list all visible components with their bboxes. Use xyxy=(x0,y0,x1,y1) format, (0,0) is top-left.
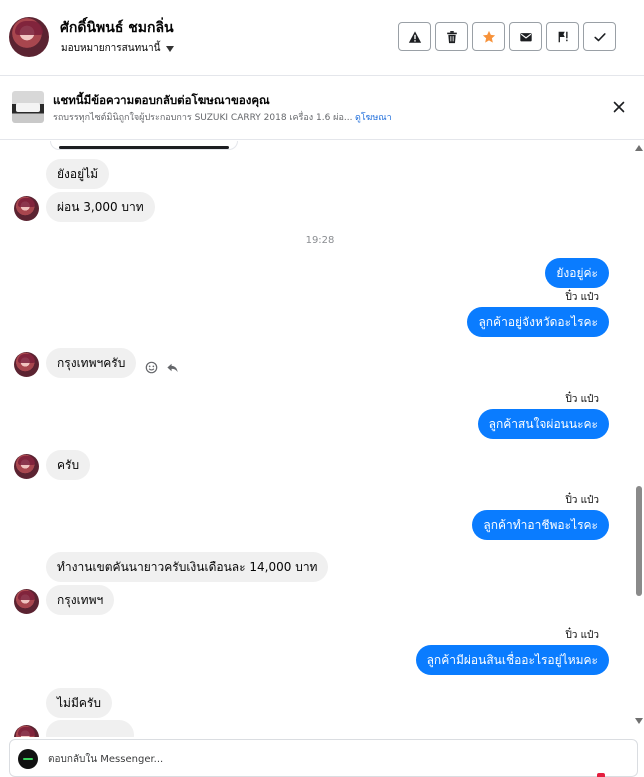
seen-by-label: ปิ๋ว แป๋ว xyxy=(565,394,599,405)
warning-icon xyxy=(408,30,421,43)
incoming-message[interactable]: กรุงเทพฯครับ xyxy=(46,348,137,378)
contact-avatar-small[interactable] xyxy=(14,196,39,221)
scrollbar-thumb[interactable] xyxy=(636,486,642,596)
flag-alert-icon xyxy=(558,31,568,42)
check-icon xyxy=(593,32,606,41)
envelope-icon xyxy=(519,32,532,41)
outgoing-message[interactable]: ยังอยู่ค่ะ xyxy=(545,258,609,288)
ad-banner-subtitle: รถบรรทุกไซต์มินิถูกใจผู้ประกอบการ SUZUKI… xyxy=(53,113,353,123)
conversation-actions xyxy=(398,22,616,51)
star-button[interactable] xyxy=(472,22,505,51)
seen-by-label: ปิ๋ว แป๋ว xyxy=(565,630,599,641)
ad-reply-banner: แชทนี้มีข้อความตอบกลับต่อโฆษณาของคุณ รถบ… xyxy=(0,76,644,140)
reply-icon[interactable] xyxy=(166,361,179,374)
contact-avatar-small[interactable] xyxy=(14,454,39,479)
mark-done-button[interactable] xyxy=(583,22,616,51)
contact-name[interactable]: ศักดิ์นิพนธ์ ชมกลิ่น xyxy=(60,17,174,39)
report-spam-button[interactable] xyxy=(398,22,431,51)
ad-banner-title: แชทนี้มีข้อความตอบกลับต่อโฆษณาของคุณ xyxy=(53,93,270,107)
chevron-down-icon xyxy=(166,45,175,52)
contact-avatar[interactable] xyxy=(9,17,49,57)
scroll-up-arrow-icon[interactable] xyxy=(635,145,643,151)
contact-avatar-small[interactable] xyxy=(14,589,39,614)
outgoing-message[interactable]: ลูกค้าทำอาชีพอะไรคะ xyxy=(472,510,609,540)
incoming-message[interactable]: ไม่มีครับ xyxy=(46,688,112,718)
ad-thumbnail[interactable] xyxy=(12,91,44,123)
incoming-message[interactable]: ครับ xyxy=(46,450,91,480)
scroll-down-arrow-icon[interactable] xyxy=(635,718,643,724)
incoming-message[interactable]: ทำงานเขตคันนายาวครับเงินเดือนละ 14,000 บ… xyxy=(46,552,329,582)
delete-button[interactable] xyxy=(435,22,468,51)
trash-icon xyxy=(446,30,457,43)
incoming-message[interactable]: กรุงเทพฯ xyxy=(46,585,115,615)
message-tools xyxy=(145,361,179,374)
close-ad-banner-button[interactable] xyxy=(610,98,628,116)
notification-indicator xyxy=(597,773,605,777)
mark-unread-button[interactable] xyxy=(509,22,542,51)
assign-conversation-dropdown[interactable]: มอบหมายการสนทนานี้ xyxy=(61,41,175,56)
contact-avatar-small[interactable] xyxy=(14,725,39,737)
previous-attachment-edge xyxy=(50,141,238,150)
reply-composer xyxy=(9,739,638,777)
view-ad-link[interactable]: ดูโฆษณา xyxy=(355,110,392,124)
incoming-message-partial[interactable] xyxy=(46,720,134,737)
seen-by-label: ปิ๋ว แป๋ว xyxy=(565,292,599,303)
message-timestamp: 19:28 xyxy=(305,235,335,246)
incoming-message[interactable]: ยังอยู่ไม้ xyxy=(46,159,110,189)
star-icon xyxy=(482,30,495,43)
close-icon xyxy=(613,101,625,113)
outgoing-message[interactable]: ลูกค้าอยู่จังหวัดอะไรคะ xyxy=(467,307,609,337)
page-avatar xyxy=(18,749,38,769)
message-thread[interactable]: ยังอยู่ไม้ ผ่อน 3,000 บาท 19:28 ยังอยู่ค… xyxy=(0,141,634,737)
contact-avatar-small[interactable] xyxy=(14,352,39,377)
seen-by-label: ปิ๋ว แป๋ว xyxy=(565,495,599,506)
assign-label: มอบหมายการสนทนานี้ xyxy=(61,43,161,54)
react-emoji-icon[interactable] xyxy=(145,361,158,374)
outgoing-message[interactable]: ลูกค้ามีผ่อนสินเชื่ออะไรอยู่ไหมคะ xyxy=(415,645,609,675)
thread-scrollbar[interactable] xyxy=(634,141,644,737)
outgoing-message[interactable]: ลูกค้าสนใจผ่อนนะคะ xyxy=(477,409,609,439)
follow-up-button[interactable] xyxy=(546,22,579,51)
conversation-header: ศักดิ์นิพนธ์ ชมกลิ่น มอบหมายการสนทนานี้ xyxy=(0,0,644,76)
reply-input[interactable] xyxy=(48,750,608,768)
incoming-message[interactable]: ผ่อน 3,000 บาท xyxy=(46,192,155,222)
